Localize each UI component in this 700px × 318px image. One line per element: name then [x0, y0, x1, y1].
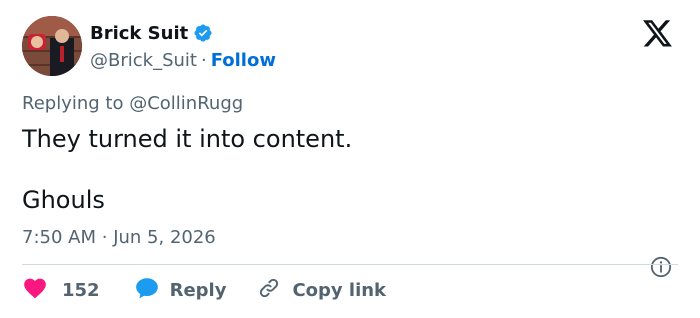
tweet-text-line-1: They turned it into content.: [22, 125, 353, 153]
tweet-actions: 152 Reply Copy link: [22, 276, 386, 304]
reply-button[interactable]: Reply: [134, 275, 227, 306]
tweet-timestamp[interactable]: 7:50 AM · Jun 5, 2026: [22, 227, 216, 248]
timestamp-separator: ·: [101, 227, 108, 248]
link-icon: [256, 275, 282, 306]
reply-bubble-icon: [134, 275, 160, 306]
handle-separator: ·: [200, 49, 207, 71]
verified-badge-icon: [193, 23, 213, 43]
avatar[interactable]: [22, 16, 82, 76]
reply-mention-link[interactable]: @CollinRugg: [129, 93, 243, 114]
divider: [22, 264, 678, 265]
author-handle[interactable]: @Brick_Suit: [90, 50, 197, 71]
tweet-text-line-2: Ghouls: [22, 186, 105, 214]
replying-to-label: Replying to: [22, 93, 124, 114]
reply-label: Reply: [169, 279, 227, 301]
tweet-date: Jun 5, 2026: [113, 227, 216, 248]
author-display-name[interactable]: Brick Suit: [90, 23, 188, 44]
like-button[interactable]: 152: [22, 275, 100, 306]
x-logo-icon[interactable]: [643, 20, 673, 48]
follow-button[interactable]: Follow: [211, 50, 276, 71]
like-count: 152: [62, 279, 100, 301]
info-icon[interactable]: [650, 256, 672, 278]
tweet-time: 7:50 AM: [22, 227, 96, 248]
heart-icon: [22, 275, 48, 306]
copy-link-label: Copy link: [292, 279, 387, 301]
avatar-image: [22, 16, 82, 76]
replying-to: Replying to @CollinRugg: [22, 93, 243, 114]
copy-link-button[interactable]: Copy link: [256, 275, 386, 306]
